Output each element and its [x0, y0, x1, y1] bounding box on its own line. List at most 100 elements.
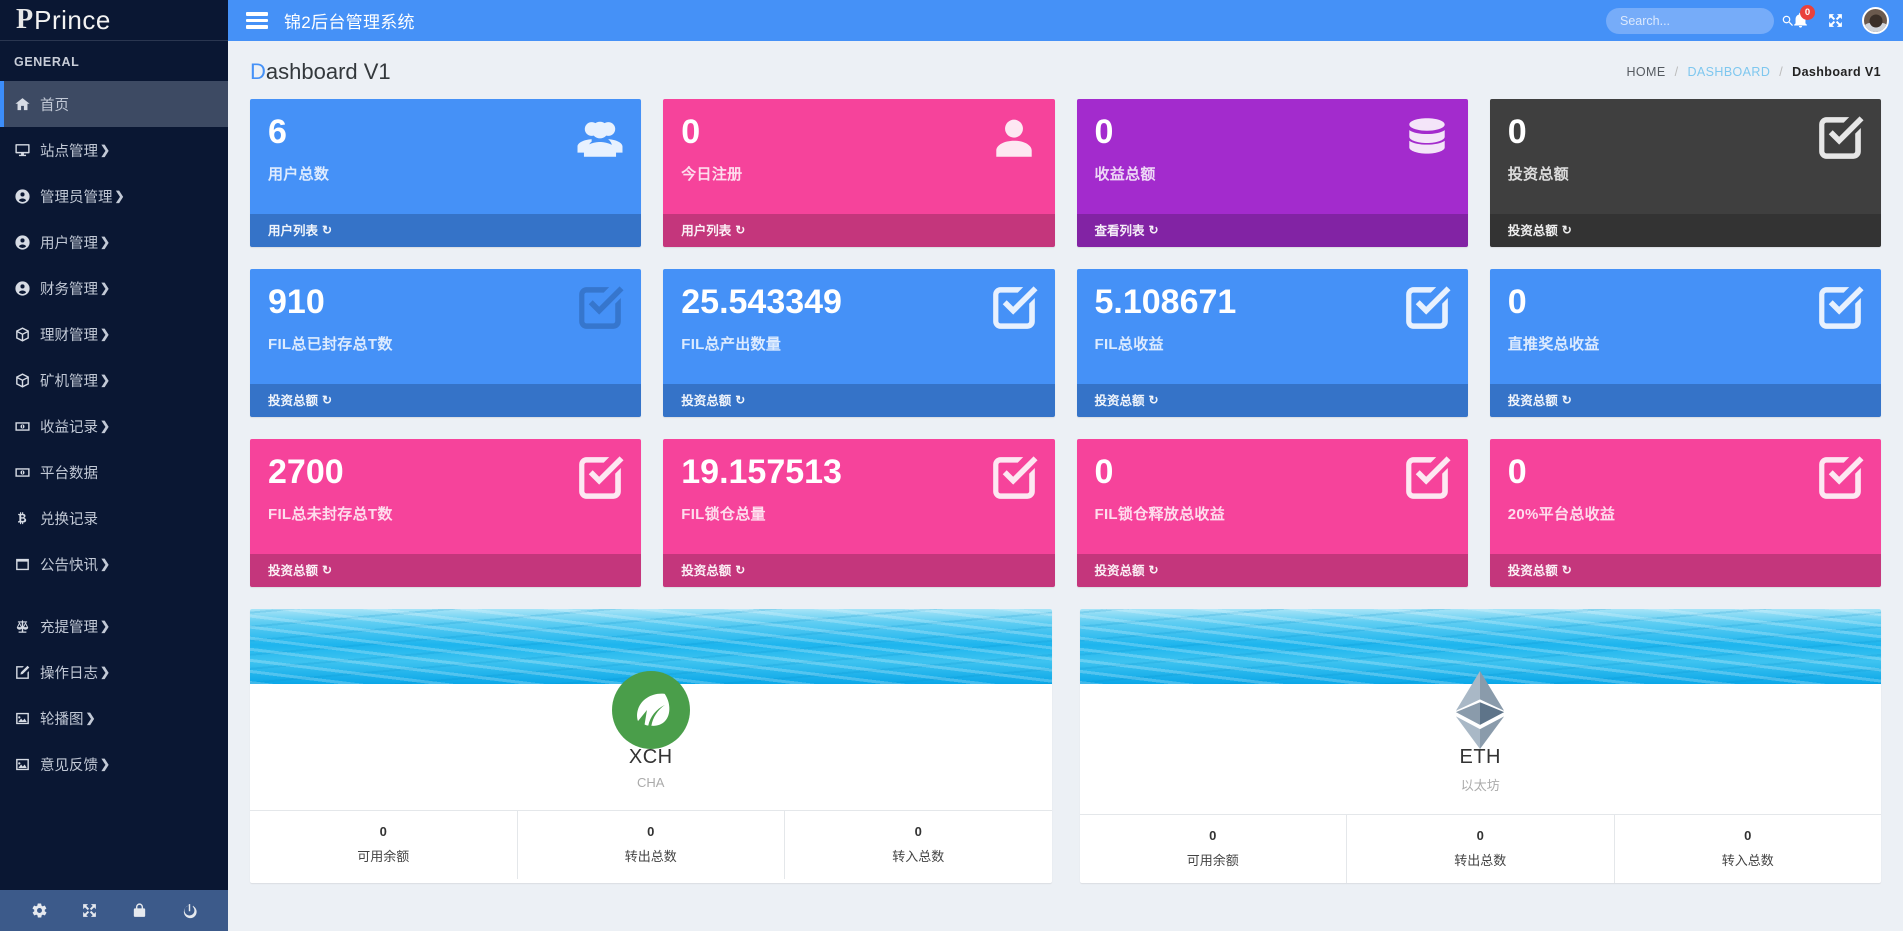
page-title-rest: ashboard V1 [265, 59, 391, 84]
coin-stat-value: 0 [379, 824, 387, 839]
user-circle-icon [14, 280, 40, 297]
stat-card-body: 25.543349 FIL总产出数量 [663, 269, 1055, 384]
stat-value: 0 [1094, 113, 1114, 151]
sidebar-item-11[interactable]: 公告快讯 ❯ [0, 541, 228, 587]
stat-card-footer-link[interactable]: 投资总额 ↻ [1489, 214, 1881, 247]
sidebar-item-3[interactable]: 管理员管理 ❯ [0, 173, 228, 219]
arrow-circle-right-icon: ↻ [322, 392, 333, 407]
stat-card-body: 0 20%平台总收益 [1489, 439, 1881, 554]
stat-value: 0 [1507, 113, 1527, 151]
stat-card-6[interactable]: 25.543349 FIL总产出数量 投资总额 ↻ [663, 269, 1055, 417]
chevron-right-icon: ❯ [100, 327, 111, 341]
brand-logo[interactable]: P Prince [0, 0, 228, 41]
sidebar-item-4[interactable]: 用户管理 ❯ [0, 219, 228, 265]
chevron-right-icon: ❯ [100, 665, 111, 679]
main-area: 锦2后台管理系统 0 Dashboard [228, 0, 1903, 931]
sidebar-item-10[interactable]: 兑换记录 [0, 495, 228, 541]
app-title: 锦2后台管理系统 [284, 13, 415, 32]
sidebar-item-12[interactable]: 充提管理 ❯ [0, 603, 228, 649]
stat-card-7[interactable]: 5.108671 FIL总收益 投资总额 ↻ [1076, 269, 1468, 417]
hamburger-icon[interactable] [228, 12, 284, 29]
sidebar-item-2[interactable]: 站点管理 ❯ [0, 127, 228, 173]
expand-icon[interactable] [71, 898, 108, 923]
chevron-right-icon: ❯ [100, 235, 111, 249]
sidebar-item-5[interactable]: 财务管理 ❯ [0, 265, 228, 311]
stat-label: 直推奖总收益 [1507, 335, 1600, 353]
arrow-circle-right-icon: ↻ [1148, 222, 1159, 237]
arrow-circle-right-icon: ↻ [735, 392, 746, 407]
brand-logo-mark: P [16, 4, 33, 35]
coin-stat-2: 0 转出总数 [1347, 815, 1615, 883]
stat-card-8[interactable]: 0 直推奖总收益 投资总额 ↻ [1489, 269, 1881, 417]
stat-card-12[interactable]: 0 20%平台总收益 投资总额 ↻ [1489, 439, 1881, 587]
search-input[interactable] [1620, 13, 1781, 28]
sidebar-item-6[interactable]: 理财管理 ❯ [0, 311, 228, 357]
arrow-circle-right-icon: ↻ [322, 562, 333, 577]
sidebar-item-14[interactable]: 轮播图 ❯ [0, 695, 228, 741]
stat-card-footer-link[interactable]: 投资总额 ↻ [1076, 384, 1468, 417]
stat-card-footer-link[interactable]: 投资总额 ↻ [663, 384, 1055, 417]
sidebar-item-9[interactable]: 平台数据 [0, 449, 228, 495]
stat-card-5[interactable]: 910 FIL总已封存总T数 投资总额 ↻ [250, 269, 642, 417]
coin-stat-label: 转入总数 [892, 849, 945, 864]
stat-card-footer-link[interactable]: 用户列表 ↻ [250, 214, 642, 247]
breadcrumb: HOME / DASHBOARD / Dashboard V1 [1627, 65, 1882, 79]
stat-card-2[interactable]: 0 今日注册 用户列表 ↻ [663, 99, 1055, 247]
stat-card-footer-link[interactable]: 投资总额 ↻ [250, 384, 642, 417]
coin-card-1[interactable]: XCH CHA 0 可用余额 0 转出总数 0 转入总数 [250, 609, 1052, 883]
stat-card-footer-link[interactable]: 投资总额 ↻ [1489, 384, 1881, 417]
coin-stat-3: 0 转入总数 [785, 811, 1052, 879]
coin-name: CHA [637, 775, 665, 790]
coin-stat-label: 转出总数 [1454, 853, 1507, 868]
coin-stat-label: 可用余额 [1186, 853, 1239, 868]
coin-cards-grid: XCH CHA 0 可用余额 0 转出总数 0 转入总数 ETH 以太坊 0 可用余额 0 转出总数 0 转入… [228, 609, 1903, 905]
stat-card-footer-link[interactable]: 投资总额 ↻ [663, 554, 1055, 587]
stat-card-3[interactable]: 0 收益总额 查看列表 ↻ [1076, 99, 1468, 247]
chevron-right-icon: ❯ [100, 419, 111, 433]
power-icon[interactable] [171, 898, 208, 923]
sidebar-item-label: 用户管理 [40, 235, 98, 252]
lock-icon[interactable] [121, 898, 158, 923]
stat-label: 用户总数 [268, 165, 330, 183]
stat-card-10[interactable]: 19.157513 FIL锁仓总量 投资总额 ↻ [663, 439, 1055, 587]
stat-card-1[interactable]: 6 用户总数 用户列表 ↻ [250, 99, 642, 247]
balance-icon [14, 618, 40, 635]
sidebar-item-15[interactable]: 意见反馈 ❯ [0, 741, 228, 787]
sidebar-item-label: 意见反馈 [40, 757, 98, 774]
chevron-right-icon: ❯ [100, 281, 111, 295]
stat-card-4[interactable]: 0 投资总额 投资总额 ↻ [1489, 99, 1881, 247]
stat-card-footer-link[interactable]: 用户列表 ↻ [663, 214, 1055, 247]
search-box[interactable] [1606, 7, 1793, 34]
stat-card-footer-link[interactable]: 投资总额 ↻ [1076, 554, 1468, 587]
stat-card-body: 0 FIL锁仓释放总收益 [1076, 439, 1468, 554]
stat-card-footer-link[interactable]: 投资总额 ↻ [1489, 554, 1881, 587]
stat-footer-label: 查看列表 [1094, 224, 1145, 238]
stat-footer-label: 投资总额 [1507, 224, 1558, 238]
sidebar-item-7[interactable]: 矿机管理 ❯ [0, 357, 228, 403]
chevron-right-icon: ❯ [100, 143, 111, 157]
coin-stat-value: 0 [1476, 828, 1484, 843]
avatar[interactable] [1862, 7, 1889, 34]
arrow-circle-right-icon: ↻ [1561, 392, 1572, 407]
sidebar-item-label: 平台数据 [40, 465, 98, 482]
stat-card-footer-link[interactable]: 投资总额 ↻ [250, 554, 642, 587]
stat-card-11[interactable]: 0 FIL锁仓释放总收益 投资总额 ↻ [1076, 439, 1468, 587]
sidebar-item-label: 矿机管理 [40, 373, 98, 390]
breadcrumb-item-plain[interactable]: HOME [1627, 65, 1666, 79]
stat-card-body: 5.108671 FIL总收益 [1076, 269, 1468, 384]
stat-card-9[interactable]: 2700 FIL总未封存总T数 投资总额 ↻ [250, 439, 642, 587]
sidebar-item-13[interactable]: 操作日志 ❯ [0, 649, 228, 695]
sidebar-item-8[interactable]: 收益记录 ❯ [0, 403, 228, 449]
notifications-bell[interactable]: 0 [1792, 5, 1815, 29]
sidebar-item-label: 充提管理 [40, 619, 98, 636]
stat-card-body: 19.157513 FIL锁仓总量 [663, 439, 1055, 554]
sidebar-item-1[interactable]: 首页 [0, 81, 228, 127]
fullscreen-expand-icon[interactable] [1827, 12, 1844, 29]
top-navbar: 锦2后台管理系统 0 [228, 0, 1903, 41]
stat-card-body: 6 用户总数 [250, 99, 642, 214]
gear-icon[interactable] [21, 898, 58, 923]
breadcrumb-item-link[interactable]: DASHBOARD [1687, 65, 1770, 79]
coin-card-2[interactable]: ETH 以太坊 0 可用余额 0 转出总数 0 转入总数 [1079, 609, 1881, 883]
stat-footer-label: 用户列表 [681, 224, 732, 238]
stat-card-footer-link[interactable]: 查看列表 ↻ [1076, 214, 1468, 247]
